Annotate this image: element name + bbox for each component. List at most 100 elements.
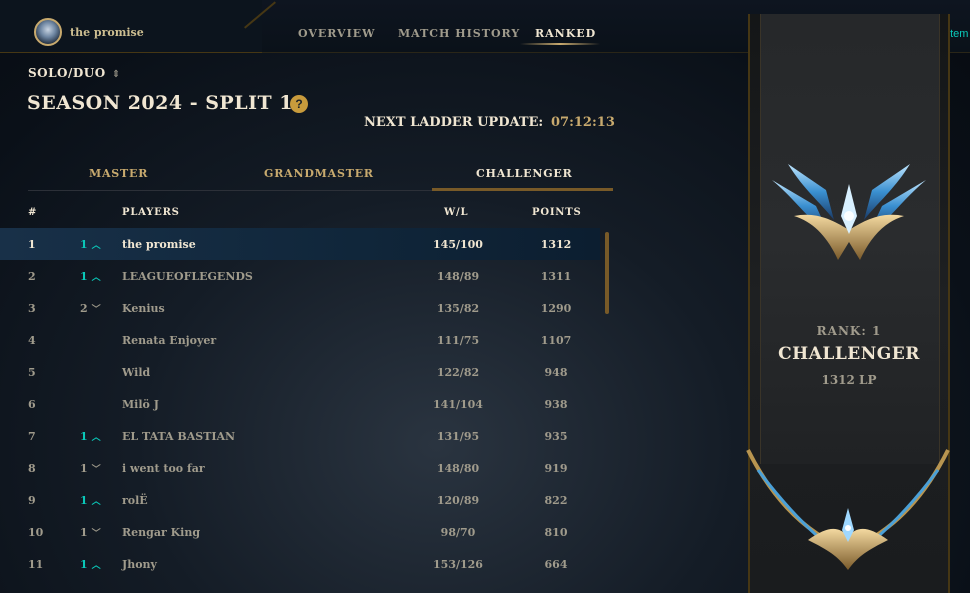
movement-count: 1	[80, 430, 88, 443]
points: 1312	[540, 238, 572, 251]
player-name: Milö J	[122, 398, 159, 411]
row-rank: 7	[28, 430, 36, 443]
win-loss: 145/100	[433, 238, 483, 251]
tab-match-history[interactable]: MATCH HISTORY	[398, 27, 520, 40]
player-name: LEAGUEOFLEGENDS	[122, 270, 253, 283]
win-loss: 131/95	[436, 430, 480, 443]
table-row[interactable]: 1 1 ︿ the promise 145/100 1312	[0, 228, 600, 260]
arrow-up-icon: ︿	[91, 273, 101, 283]
movement-count: 2	[80, 302, 88, 315]
points: 948	[544, 366, 568, 379]
row-movement: 1 ﹀	[80, 526, 101, 539]
season-title: SEASON 2024 - SPLIT 1	[27, 92, 293, 114]
points: 1107	[540, 334, 572, 347]
table-row[interactable]: 7 1 ︿ EL TATA BASTIAN 131/95 935	[0, 420, 600, 452]
tab-ranked[interactable]: RANKED	[535, 27, 596, 40]
row-movement: 1 ︿	[80, 558, 101, 571]
tier-tab-grandmaster[interactable]: GRANDMASTER	[264, 167, 374, 180]
ladder-table: 1 1 ︿ the promise 145/100 1312 2 1 ︿ LEAGUEOFLEGE…	[0, 228, 600, 580]
row-rank: 6	[28, 398, 36, 411]
row-movement: 2 ﹀	[80, 302, 101, 315]
col-header-rank: #	[28, 207, 38, 218]
col-header-wl: W/L	[444, 207, 469, 218]
col-header-players: PLAYERS	[122, 207, 180, 218]
movement-count: 1	[80, 526, 88, 539]
table-row[interactable]: 2 1 ︿ LEAGUEOFLEGENDS 148/89 1311	[0, 260, 600, 292]
active-tab-indicator	[520, 43, 600, 45]
tier-tab-challenger[interactable]: CHALLENGER	[476, 167, 573, 180]
points: 1290	[540, 302, 572, 315]
win-loss: 148/89	[436, 270, 480, 283]
player-name: Renata Enjoyer	[122, 334, 217, 347]
scrollbar-thumb[interactable]	[605, 232, 609, 314]
points: 822	[544, 494, 568, 507]
row-movement: 1 ︿	[80, 494, 101, 507]
points: 935	[544, 430, 568, 443]
points: 1311	[540, 270, 572, 283]
arrow-down-icon: ﹀	[91, 465, 101, 475]
player-name: Rengar King	[122, 526, 201, 539]
win-loss: 98/70	[440, 526, 476, 539]
arrow-up-icon: ︿	[91, 497, 101, 507]
question-mark-icon[interactable]: ?	[290, 95, 308, 113]
row-rank: 5	[28, 366, 36, 379]
queue-selector[interactable]: SOLO/DUO ⇕	[28, 66, 121, 80]
player-name: EL TATA BASTIAN	[122, 430, 236, 443]
arrow-up-icon: ︿	[91, 433, 101, 443]
row-rank: 1	[28, 238, 36, 251]
row-rank: 4	[28, 334, 36, 347]
profile-block: the promise	[0, 0, 262, 53]
win-loss: 122/82	[436, 366, 480, 379]
row-movement: 1 ﹀	[80, 462, 101, 475]
table-row[interactable]: 6 Milö J 141/104 938	[0, 388, 600, 420]
challenger-emblem-icon	[772, 164, 926, 260]
table-row[interactable]: 4 Renata Enjoyer 111/75 1107	[0, 324, 600, 356]
table-row[interactable]: 9 1 ︿ rolË 120/89 822	[0, 484, 600, 516]
table-row[interactable]: 8 1 ﹀ i went too far 148/80 919	[0, 452, 600, 484]
points: 919	[544, 462, 568, 475]
challenger-frame-bottom-icon	[746, 449, 950, 570]
row-movement: 1 ︿	[80, 238, 101, 251]
table-row[interactable]: 5 Wild 122/82 948	[0, 356, 600, 388]
player-name: the promise	[122, 238, 196, 251]
tier-name: CHALLENGER	[778, 344, 920, 364]
row-rank: 10	[28, 526, 44, 539]
table-row[interactable]: 3 2 ﹀ Kenius 135/82 1290	[0, 292, 600, 324]
win-loss: 153/126	[433, 558, 483, 571]
win-loss: 135/82	[436, 302, 480, 315]
profile-avatar-icon[interactable]	[34, 18, 62, 46]
player-name: Kenius	[122, 302, 165, 315]
arrow-up-icon: ︿	[91, 561, 101, 571]
points: 938	[544, 398, 568, 411]
win-loss: 120/89	[436, 494, 480, 507]
rank-label: RANK: 1	[816, 324, 882, 338]
tier-tab-master[interactable]: MASTER	[89, 167, 148, 180]
row-movement: 1 ︿	[80, 270, 101, 283]
movement-count: 1	[80, 270, 88, 283]
points: 664	[544, 558, 568, 571]
movement-count: 1	[80, 494, 88, 507]
player-name: rolË	[122, 494, 148, 507]
arrow-down-icon: ﹀	[91, 305, 101, 315]
player-name: Jhony	[122, 558, 157, 571]
ladder-update-time: 07:12:13	[551, 115, 615, 130]
row-rank: 9	[28, 494, 36, 507]
tier-tab-indicator	[432, 188, 613, 191]
movement-count: 1	[80, 558, 88, 571]
row-rank: 11	[28, 558, 44, 571]
win-loss: 148/80	[436, 462, 480, 475]
profile-name[interactable]: the promise	[70, 26, 144, 39]
win-loss: 141/104	[433, 398, 483, 411]
player-name: i went too far	[122, 462, 205, 475]
table-row[interactable]: 10 1 ﹀ Rengar King 98/70 810	[0, 516, 600, 548]
arrow-down-icon: ﹀	[91, 529, 101, 539]
row-rank: 3	[28, 302, 36, 315]
tier-tabs: MASTER GRANDMASTER CHALLENGER	[28, 160, 613, 191]
ladder-update-label: NEXT LADDER UPDATE:	[364, 115, 544, 130]
row-rank: 2	[28, 270, 36, 283]
col-header-points: POINTS	[532, 207, 582, 218]
player-name: Wild	[122, 366, 151, 379]
queue-label: SOLO/DUO	[28, 66, 106, 80]
table-row[interactable]: 11 1 ︿ Jhony 153/126 664	[0, 548, 600, 580]
tab-overview[interactable]: OVERVIEW	[298, 27, 375, 40]
